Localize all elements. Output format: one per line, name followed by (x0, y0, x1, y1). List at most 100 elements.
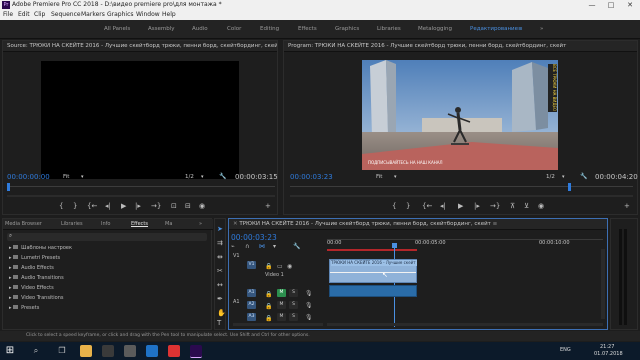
effects-item-audio-effects[interactable]: ▸ Audio Effects (9, 265, 54, 271)
play-icon[interactable]: ▶ (121, 202, 126, 210)
effects-item-presets[interactable]: ▸ Presets (9, 305, 39, 311)
track-lock-icon[interactable]: 🔒 (265, 263, 272, 270)
effects-item-video-transitions[interactable]: ▸ Video Transitions (9, 295, 64, 301)
effects-item-presets-ru[interactable]: ▸ Шаблоны настроек (9, 245, 72, 251)
snap-icon[interactable]: ⌁ (231, 243, 235, 250)
chevron-down-icon[interactable]: ▾ (394, 174, 397, 180)
insert-icon[interactable]: ⊡ (171, 202, 177, 210)
effects-search-input[interactable] (7, 233, 207, 241)
workspace-editing[interactable]: Editing (260, 26, 279, 32)
windows-start-icon[interactable]: ⊞ (4, 345, 16, 357)
tab-libraries[interactable]: Libraries (61, 221, 83, 227)
menu-sequence[interactable]: Sequence (51, 11, 81, 18)
taskbar-date[interactable]: 01.07.2018 (594, 351, 623, 357)
minimize-button[interactable]: — (582, 0, 602, 10)
close-button[interactable]: ✕ (620, 0, 640, 10)
search-icon[interactable]: ⌕ (9, 233, 12, 240)
menu-clip[interactable]: Clip (34, 11, 45, 18)
go-to-out-icon[interactable]: →} (151, 202, 161, 210)
keyboard-language[interactable]: ENG (560, 347, 571, 353)
source-fit-select[interactable]: Fit (63, 174, 69, 180)
track-scroll-bar[interactable] (233, 323, 323, 326)
workspace-menu-icon[interactable]: ≡ (518, 26, 523, 32)
track-lock-icon[interactable]: 🔒 (265, 315, 272, 322)
track-a2-target[interactable]: A2 (247, 301, 256, 309)
mute-a2-button[interactable]: M (277, 301, 286, 309)
type-tool-icon[interactable]: T (217, 319, 221, 327)
workspace-libraries[interactable]: Libraries (377, 26, 401, 32)
chevron-down-icon[interactable]: ▾ (81, 174, 84, 180)
selection-tool-icon[interactable]: ➤ (217, 225, 223, 233)
chevron-down-icon[interactable]: ▾ (201, 174, 204, 180)
menu-file[interactable]: File (3, 11, 13, 18)
timeline-timecode[interactable]: 00:00:03:23 (231, 233, 277, 242)
pen-tool-icon[interactable]: ✒ (217, 295, 223, 303)
marker-icon[interactable]: ▾ (273, 243, 276, 250)
track-v1-target[interactable]: V1 (247, 261, 256, 269)
extract-icon[interactable]: ⊻ (524, 202, 529, 210)
workspace-audio[interactable]: Audio (192, 26, 208, 32)
microphone-icon[interactable]: 🎙 (305, 290, 313, 297)
step-back-icon[interactable]: ◂| (105, 202, 111, 210)
source-scrub-bar[interactable] (7, 186, 275, 187)
menu-markers[interactable]: Markers (81, 11, 105, 18)
play-icon[interactable]: ▶ (458, 202, 463, 210)
source-resolution-select[interactable]: 1/2 (185, 174, 194, 180)
go-to-out-icon[interactable]: →} (490, 202, 500, 210)
menu-icon[interactable]: ≡ (491, 221, 498, 227)
track-a1-target[interactable]: A1 (247, 289, 256, 297)
wrench-icon[interactable]: 🔧 (219, 173, 226, 180)
program-scrub-bar[interactable] (290, 186, 633, 187)
eye-icon[interactable]: ◉ (287, 263, 292, 270)
go-to-in-icon[interactable]: {← (87, 202, 97, 210)
program-playhead[interactable] (568, 183, 571, 191)
program-fit-select[interactable]: Fit (376, 174, 382, 180)
track-a3-target[interactable]: A3 (247, 313, 256, 321)
track-a1-source[interactable]: A1 (233, 299, 240, 305)
workspace-all-panels[interactable]: All Panels (104, 26, 130, 32)
mark-in-icon[interactable]: { (392, 202, 396, 210)
edge-browser-icon[interactable] (146, 345, 158, 357)
timeline-zoom-scroll[interactable] (327, 323, 603, 326)
solo-a2-button[interactable]: S (289, 301, 298, 309)
lift-icon[interactable]: ⊼ (510, 202, 515, 210)
chevron-down-icon[interactable]: ▾ (562, 174, 565, 180)
wrench-icon[interactable]: 🔧 (580, 173, 587, 180)
tab-effects[interactable]: Effects (131, 221, 148, 227)
ripple-edit-icon[interactable]: ⇹ (217, 253, 223, 261)
slip-tool-icon[interactable]: ↔ (217, 281, 223, 289)
workspace-editing-ru[interactable]: Редактирование (470, 26, 518, 32)
workspace-more-icon[interactable]: » (540, 26, 543, 32)
workspace-assembly[interactable]: Assembly (148, 26, 175, 32)
overwrite-icon[interactable]: ⊟ (185, 202, 191, 210)
mark-out-icon[interactable]: } (406, 202, 410, 210)
step-forward-icon[interactable]: |▸ (474, 202, 480, 210)
app-icon[interactable] (102, 345, 114, 357)
menu-graphics[interactable]: Graphics (107, 11, 134, 18)
effects-item-video-effects[interactable]: ▸ Video Effects (9, 285, 54, 291)
workspace-color[interactable]: Color (227, 26, 241, 32)
tab-media-browser[interactable]: Media Browser (5, 221, 42, 227)
track-select-icon[interactable]: ⇉ (217, 239, 223, 247)
linked-selection-icon[interactable]: ∩ (245, 243, 249, 250)
menu-edit[interactable]: Edit (18, 11, 30, 18)
mark-out-icon[interactable]: } (73, 202, 77, 210)
source-video-frame[interactable] (41, 61, 239, 179)
clip-speed-line[interactable] (330, 272, 416, 273)
effects-item-lumetri-presets[interactable]: ▸ Lumetri Presets (9, 255, 60, 261)
export-frame-icon[interactable]: ◉ (199, 202, 205, 210)
menu-window[interactable]: Window (136, 11, 160, 18)
program-zoom-bar[interactable] (290, 195, 633, 197)
step-forward-icon[interactable]: |▸ (135, 202, 141, 210)
app-icon[interactable] (124, 345, 136, 357)
hand-tool-icon[interactable]: ✋ (217, 309, 226, 317)
tabs-overflow-icon[interactable]: » (199, 221, 202, 227)
solo-a3-button[interactable]: S (289, 313, 298, 321)
program-resolution-select[interactable]: 1/2 (546, 174, 555, 180)
workspace-graphics[interactable]: Graphics (335, 26, 359, 32)
source-zoom-bar[interactable] (7, 195, 275, 197)
menu-help[interactable]: Help (162, 11, 176, 18)
search-icon[interactable]: ⌕ (30, 345, 42, 357)
track-lock-icon[interactable]: 🔒 (265, 291, 272, 298)
source-playhead[interactable] (7, 183, 10, 191)
